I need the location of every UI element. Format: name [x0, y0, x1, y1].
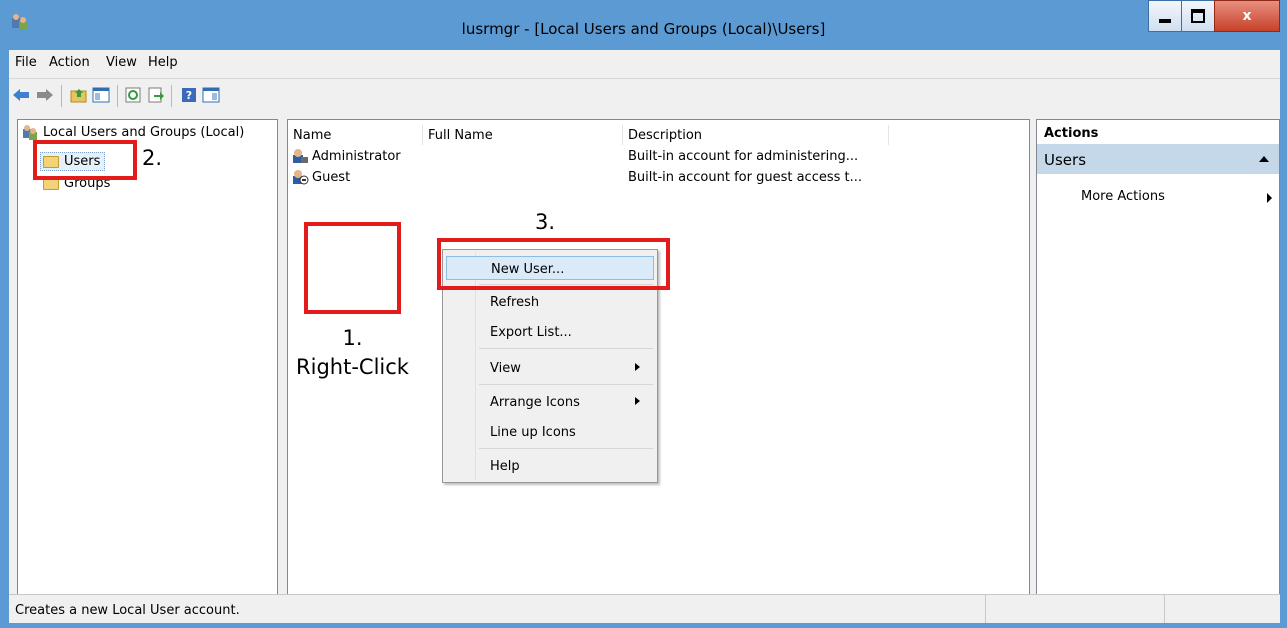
- maximize-button[interactable]: [1181, 0, 1215, 32]
- up-folder-button[interactable]: [69, 85, 89, 105]
- status-text: Creates a new Local User account.: [15, 603, 240, 618]
- annotation-step-3: 3.: [535, 210, 556, 234]
- column-divider[interactable]: [422, 125, 423, 145]
- annotation-step-1-text: Right-Click: [296, 355, 409, 379]
- mmc-window: lusrmgr - [Local Users and Groups (Local…: [0, 0, 1287, 628]
- tree-pane[interactable]: Local Users and Groups (Local) Users Gro…: [17, 119, 278, 615]
- column-header-description[interactable]: Description: [628, 128, 702, 143]
- submenu-arrow-icon: [635, 363, 640, 371]
- tree-root[interactable]: Local Users and Groups (Local): [22, 124, 244, 140]
- submenu-arrow-icon: [1267, 193, 1272, 203]
- menu-item-arrange-icons[interactable]: Arrange Icons: [446, 390, 654, 414]
- status-cell: [985, 595, 986, 623]
- actions-pane: Actions Users More Actions: [1036, 119, 1280, 615]
- refresh-button[interactable]: [123, 85, 143, 105]
- column-header-name[interactable]: Name: [293, 128, 331, 143]
- actions-section-label: Users: [1044, 151, 1087, 169]
- menu-item-export-list[interactable]: Export List...: [446, 320, 654, 344]
- row-description: Built-in account for guest access t...: [628, 170, 863, 185]
- menu-separator: [479, 348, 653, 349]
- refresh-icon: [125, 87, 141, 103]
- disabled-user-icon: [293, 170, 309, 185]
- menu-item-label: Export List...: [490, 325, 572, 340]
- forward-icon: [37, 89, 53, 101]
- tree-root-label: Local Users and Groups (Local): [43, 124, 245, 140]
- more-actions-item[interactable]: More Actions: [1081, 189, 1165, 204]
- menu-item-label: Help: [490, 459, 520, 474]
- export-list-icon: [148, 87, 164, 103]
- submenu-arrow-icon: [635, 397, 640, 405]
- column-divider[interactable]: [622, 125, 623, 145]
- menu-action[interactable]: Action: [49, 55, 90, 70]
- more-actions-label: More Actions: [1081, 189, 1165, 204]
- actions-header-label: Actions: [1044, 126, 1099, 141]
- menu-item-line-up-icons[interactable]: Line up Icons: [446, 420, 654, 444]
- show-action-pane-button[interactable]: [201, 85, 221, 105]
- show-tree-button[interactable]: [91, 85, 111, 105]
- row-name: Guest: [312, 170, 351, 185]
- help-button[interactable]: ?: [179, 85, 199, 105]
- close-button[interactable]: x: [1214, 0, 1280, 32]
- back-icon: [13, 89, 29, 101]
- annotation-step-1-number: 1.: [342, 326, 363, 350]
- table-row[interactable]: Guest Built-in account for guest access …: [292, 168, 992, 188]
- actions-header: Actions: [1037, 120, 1279, 145]
- menu-view[interactable]: View: [106, 55, 137, 70]
- annotation-box-new-user: [437, 238, 670, 290]
- users-groups-icon: [23, 125, 37, 140]
- toolbar-separator: [61, 85, 62, 107]
- user-icon: [293, 149, 308, 163]
- show-tree-icon: [92, 87, 110, 103]
- maximize-icon: [1191, 9, 1205, 23]
- toolbar-separator: [171, 85, 172, 107]
- column-header-full-name[interactable]: Full Name: [428, 128, 493, 143]
- back-button[interactable]: [11, 85, 31, 105]
- menu-item-label: View: [490, 361, 521, 376]
- forward-button[interactable]: [35, 85, 55, 105]
- window-title: lusrmgr - [Local Users and Groups (Local…: [461, 20, 826, 38]
- minimize-icon: [1159, 19, 1171, 23]
- menu-file[interactable]: File: [15, 55, 37, 70]
- column-divider[interactable]: [888, 125, 889, 145]
- menu-item-refresh[interactable]: Refresh: [446, 290, 654, 314]
- up-folder-icon: [70, 89, 87, 103]
- annotation-box-users: [33, 140, 137, 180]
- show-action-pane-icon: [202, 87, 220, 103]
- menu-item-view[interactable]: View: [446, 356, 654, 380]
- menu-item-label: Refresh: [490, 295, 540, 310]
- menu-separator: [479, 448, 653, 449]
- menu-item-label: Arrange Icons: [490, 395, 580, 410]
- menu-help[interactable]: Help: [148, 55, 178, 70]
- toolbar: ?: [9, 78, 1280, 111]
- annotation-box-right-click: [304, 222, 401, 314]
- status-bar: Creates a new Local User account.: [9, 594, 1280, 623]
- help-icon: ?: [182, 88, 196, 102]
- menu-item-label: Line up Icons: [490, 425, 576, 440]
- collapse-up-icon[interactable]: [1259, 156, 1269, 162]
- row-description: Built-in account for administering...: [628, 149, 859, 164]
- toolbar-separator: [117, 85, 118, 107]
- menu-bar: File Action View Help: [9, 50, 1280, 76]
- minimize-button[interactable]: [1148, 0, 1182, 32]
- status-cell: [1164, 595, 1165, 623]
- annotation-step-2: 2.: [142, 146, 163, 170]
- menu-separator: [479, 384, 653, 385]
- actions-section-users[interactable]: Users: [1037, 144, 1279, 174]
- title-bar[interactable]: lusrmgr - [Local Users and Groups (Local…: [0, 0, 1287, 50]
- menu-item-help[interactable]: Help: [446, 454, 654, 478]
- close-icon: x: [1242, 8, 1252, 24]
- svg-text:?: ?: [186, 89, 192, 102]
- export-list-button[interactable]: [146, 85, 166, 105]
- table-row[interactable]: Administrator Built-in account for admin…: [292, 147, 992, 167]
- row-name: Administrator: [312, 149, 401, 164]
